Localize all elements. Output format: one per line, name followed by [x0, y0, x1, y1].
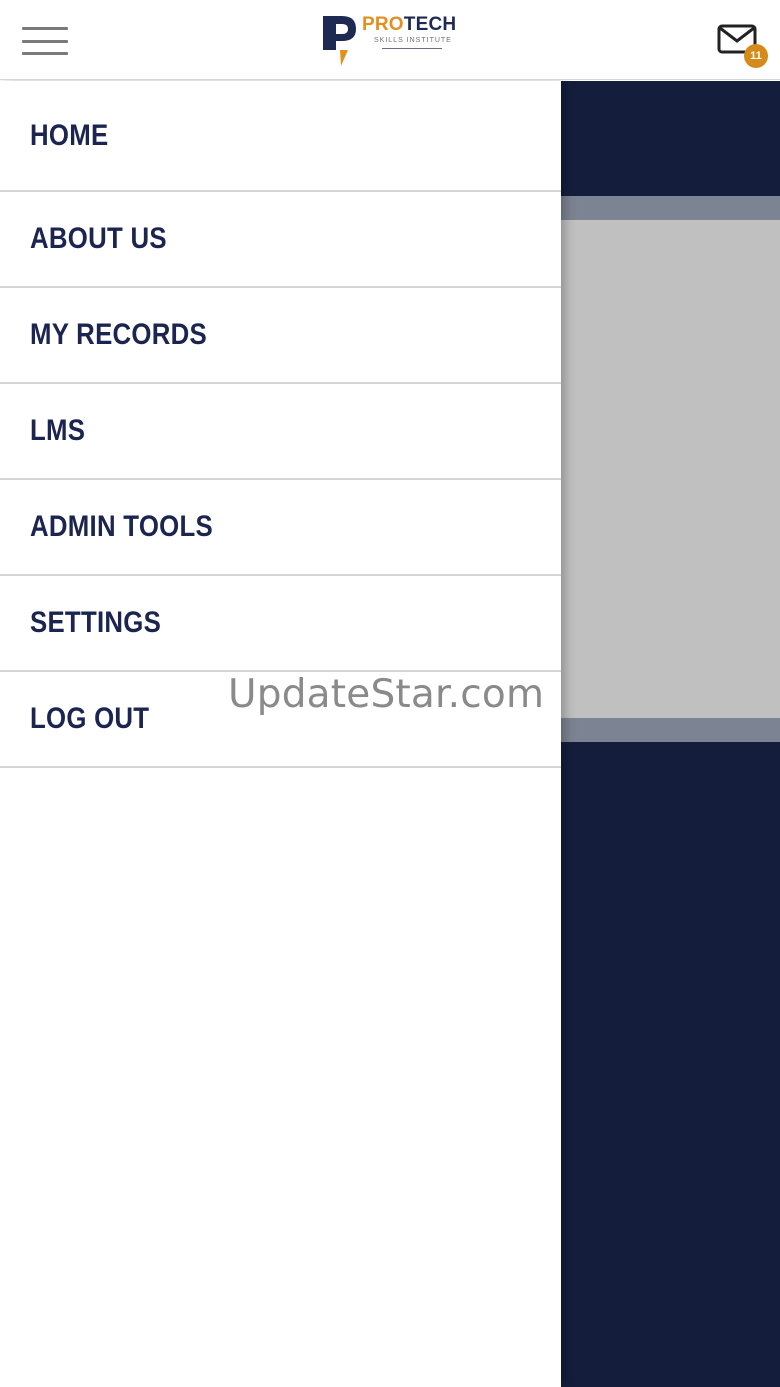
- menu-item-about-us[interactable]: ABOUT US: [0, 192, 561, 288]
- logo-tagline: SKILLS INSTITUTE: [374, 37, 452, 44]
- menu-item-admin-tools[interactable]: ADMIN TOOLS: [0, 480, 561, 576]
- menu-item-settings[interactable]: SETTINGS: [0, 576, 561, 672]
- protech-logo: PROTECH SKILLS INSTITUTE: [320, 10, 470, 68]
- navigation-drawer: HOME ABOUT US MY RECORDS LMS ADMIN TOOLS…: [0, 81, 561, 1387]
- logo-divider: [382, 48, 442, 49]
- menu-item-home[interactable]: HOME: [0, 81, 561, 192]
- menu-item-label: ADMIN TOOLS: [30, 510, 213, 543]
- menu-item-label: HOME: [30, 118, 109, 152]
- protech-logo-icon: [323, 16, 356, 66]
- hamburger-icon[interactable]: [22, 27, 68, 55]
- app-header: PROTECH SKILLS INSTITUTE 11: [0, 0, 780, 80]
- mail-button[interactable]: 11: [716, 22, 770, 70]
- menu-item-label: SETTINGS: [30, 606, 162, 639]
- menu-item-lms[interactable]: LMS: [0, 384, 561, 480]
- menu-item-label: MY RECORDS: [30, 318, 207, 351]
- mail-badge: 11: [744, 44, 768, 68]
- content-card: [561, 196, 780, 742]
- menu-item-my-records[interactable]: MY RECORDS: [0, 288, 561, 384]
- menu-item-label: LOG OUT: [30, 702, 150, 735]
- menu-item-label: LMS: [30, 414, 86, 447]
- watermark: UpdateStar.com: [228, 672, 545, 717]
- logo-brand-name: PROTECH: [362, 14, 457, 35]
- menu-item-label: ABOUT US: [30, 222, 167, 255]
